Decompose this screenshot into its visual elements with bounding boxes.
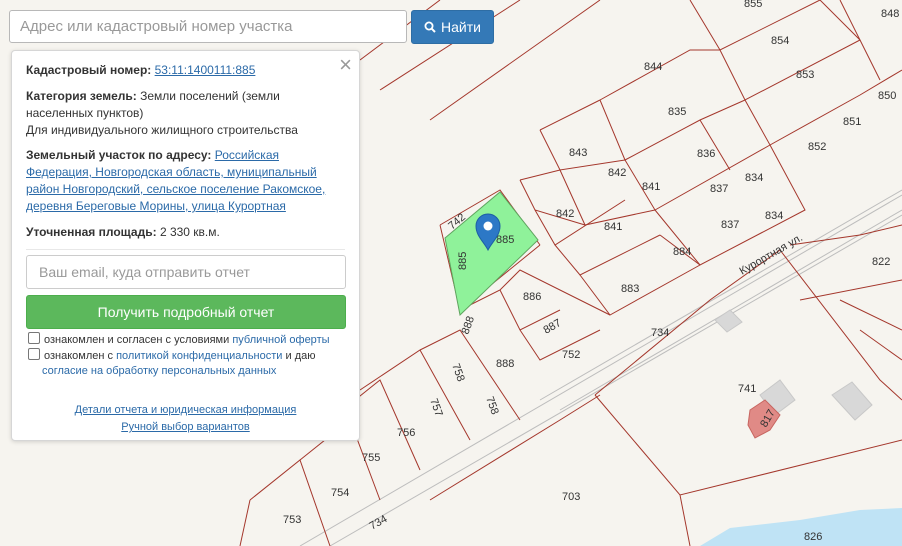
svg-text:886: 886 [523, 291, 541, 303]
svg-text:841: 841 [604, 221, 622, 233]
svg-text:843: 843 [569, 147, 587, 159]
consent-privacy-text: ознакомлен с [44, 350, 114, 362]
address-row: Земельный участок по адресу: Российская … [26, 147, 345, 215]
consent-privacy-mid: и даю [285, 350, 316, 362]
svg-text:836: 836 [697, 148, 715, 160]
email-field-wrapper[interactable] [26, 255, 346, 289]
category-use: Для индивидуального жилищного строительс… [26, 123, 298, 137]
email-field[interactable] [27, 256, 345, 288]
cadastral-number-link[interactable]: 53:11:1400111:885 [155, 63, 256, 77]
consent-offer-text: ознакомлен и согласен с условиями [44, 334, 230, 346]
manual-row: Ручной выбор вариантов [12, 419, 359, 436]
svg-text:850: 850 [878, 90, 896, 102]
svg-text:848: 848 [881, 8, 899, 20]
svg-text:842: 842 [556, 208, 574, 220]
svg-text:837: 837 [710, 183, 728, 195]
search-icon [424, 21, 436, 33]
svg-text:835: 835 [668, 106, 686, 118]
details-link[interactable]: Детали отчета и юридическая информация [75, 404, 297, 416]
svg-text:883: 883 [621, 283, 639, 295]
svg-text:734: 734 [651, 327, 669, 339]
svg-text:885: 885 [457, 252, 469, 270]
address-link-4[interactable]: деревня Береговые Морины, улица Курортна… [26, 199, 286, 213]
get-report-button[interactable]: Получить подробный отчет [26, 295, 346, 329]
svg-text:837: 837 [721, 219, 739, 231]
svg-text:834: 834 [745, 172, 763, 184]
svg-text:852: 852 [808, 141, 826, 153]
svg-text:826: 826 [804, 531, 822, 543]
svg-text:855: 855 [744, 0, 762, 10]
privacy-link[interactable]: политикой конфиденциальности [116, 350, 282, 362]
parcel-info-panel: × Кадастровый номер: 53:11:1400111:885 К… [11, 50, 360, 441]
svg-text:754: 754 [331, 487, 349, 499]
svg-text:756: 756 [397, 427, 415, 439]
address-link-3[interactable]: район Новгородский, сельское поселение Р… [26, 182, 325, 196]
category-row: Категория земель: Земли поселений (земли… [26, 88, 345, 139]
offer-checkbox[interactable] [28, 332, 40, 344]
data-processing-link[interactable]: согласие на обработку персональных данны… [42, 365, 276, 377]
svg-text:851: 851 [843, 116, 861, 128]
search-button-label: Найти [441, 19, 481, 35]
svg-text:888: 888 [496, 358, 514, 370]
divider [26, 249, 345, 250]
svg-text:841: 841 [642, 181, 660, 193]
area-value: 2 330 кв.м. [159, 225, 220, 239]
category-label: Категория земель: [26, 89, 137, 103]
svg-text:834: 834 [765, 210, 783, 222]
svg-text:822: 822 [872, 256, 890, 268]
svg-text:884: 884 [673, 246, 691, 258]
svg-text:854: 854 [771, 35, 789, 47]
search-input[interactable] [10, 11, 406, 42]
address-link-1[interactable]: Российская [215, 148, 279, 162]
manual-selection-link[interactable]: Ручной выбор вариантов [121, 421, 249, 433]
cadastral-row: Кадастровый номер: 53:11:1400111:885 [26, 62, 345, 79]
address-link-2[interactable]: Федерация, Новгородская область, муницип… [26, 165, 317, 179]
svg-text:753: 753 [283, 514, 301, 526]
svg-text:752: 752 [562, 349, 580, 361]
search-input-wrapper[interactable] [9, 10, 407, 43]
search-button[interactable]: Найти [411, 10, 494, 44]
details-row: Детали отчета и юридическая информация [12, 402, 359, 419]
offer-link[interactable]: публичной оферты [232, 334, 329, 346]
category-value-2: населенных пунктов) [26, 106, 144, 120]
svg-text:741: 741 [738, 383, 756, 395]
area-label: Уточненная площадь: [26, 225, 157, 239]
area-row: Уточненная площадь: 2 330 кв.м. [26, 224, 345, 241]
svg-text:885: 885 [496, 234, 514, 246]
consent-offer: ознакомлен и согласен с условиями публич… [28, 332, 330, 348]
cadastral-label: Кадастровый номер: [26, 63, 152, 77]
svg-text:853: 853 [796, 69, 814, 81]
consent-privacy: ознакомлен с политикой конфиденциальност… [28, 348, 316, 379]
svg-text:842: 842 [608, 167, 626, 179]
category-value-1: Земли поселений (земли [140, 89, 280, 103]
privacy-checkbox[interactable] [28, 348, 40, 360]
address-label: Земельный участок по адресу: [26, 148, 212, 162]
svg-text:703: 703 [562, 491, 580, 503]
svg-text:844: 844 [644, 61, 662, 73]
svg-text:755: 755 [362, 452, 380, 464]
